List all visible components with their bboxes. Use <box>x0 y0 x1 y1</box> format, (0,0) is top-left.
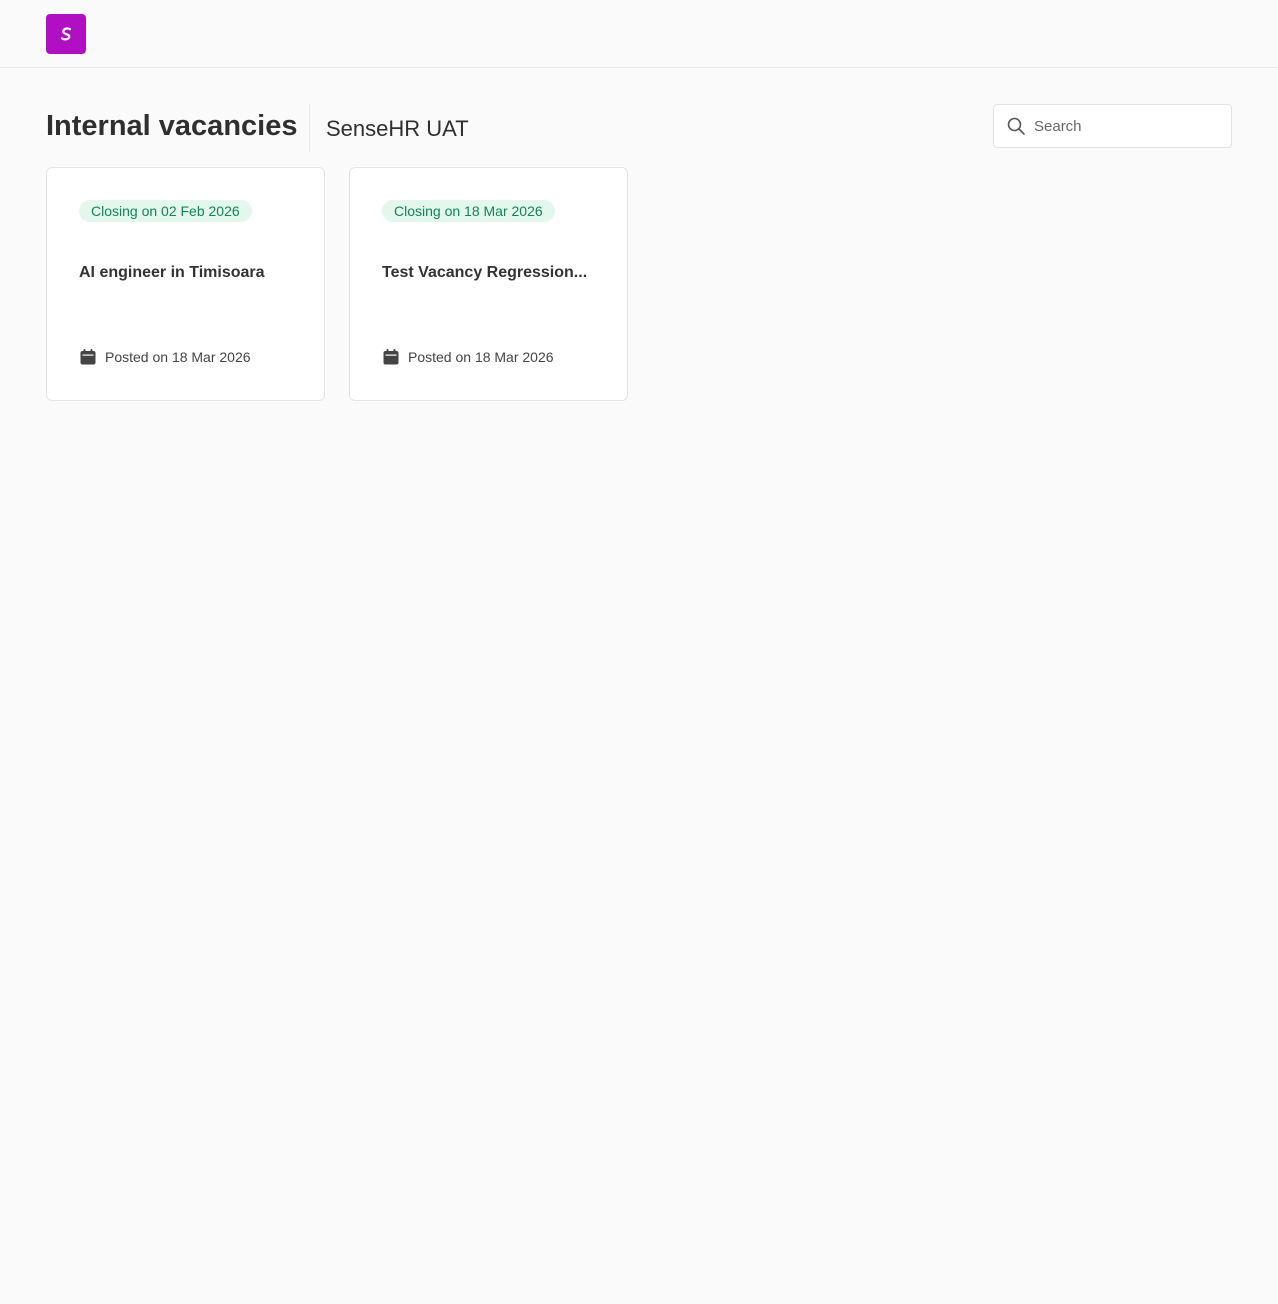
closing-date-badge: Closing on 02 Feb 2026 <box>79 200 252 222</box>
vacancy-card[interactable]: Closing on 02 Feb 2026 AI engineer in Ti… <box>46 167 325 401</box>
search-icon <box>1007 117 1025 135</box>
closing-date-badge: Closing on 18 Mar 2026 <box>382 200 555 222</box>
posted-date: Posted on 18 Mar 2026 <box>79 348 251 366</box>
search-input[interactable] <box>1034 105 1224 147</box>
page-header: Internal vacancies SenseHR UAT <box>46 104 1232 152</box>
vacancy-list: Closing on 02 Feb 2026 AI engineer in Ti… <box>46 167 628 401</box>
sensehr-logo-icon[interactable] <box>46 14 86 54</box>
calendar-icon <box>80 349 96 365</box>
calendar-icon <box>383 349 399 365</box>
posted-date-text: Posted on 18 Mar 2026 <box>105 349 251 365</box>
vacancy-title[interactable]: AI engineer in Timisoara <box>79 264 297 282</box>
logo-glyph <box>60 27 72 41</box>
vacancy-card[interactable]: Closing on 18 Mar 2026 Test Vacancy Regr… <box>349 167 628 401</box>
top-bar <box>0 0 1278 68</box>
page-title: Internal vacancies <box>46 110 298 142</box>
posted-date-text: Posted on 18 Mar 2026 <box>408 349 554 365</box>
vacancy-title[interactable]: Test Vacancy Regression... <box>382 264 600 282</box>
company-name: SenseHR UAT <box>326 116 469 141</box>
search-box[interactable] <box>993 104 1232 148</box>
posted-date: Posted on 18 Mar 2026 <box>382 348 554 366</box>
title-divider <box>309 104 310 152</box>
